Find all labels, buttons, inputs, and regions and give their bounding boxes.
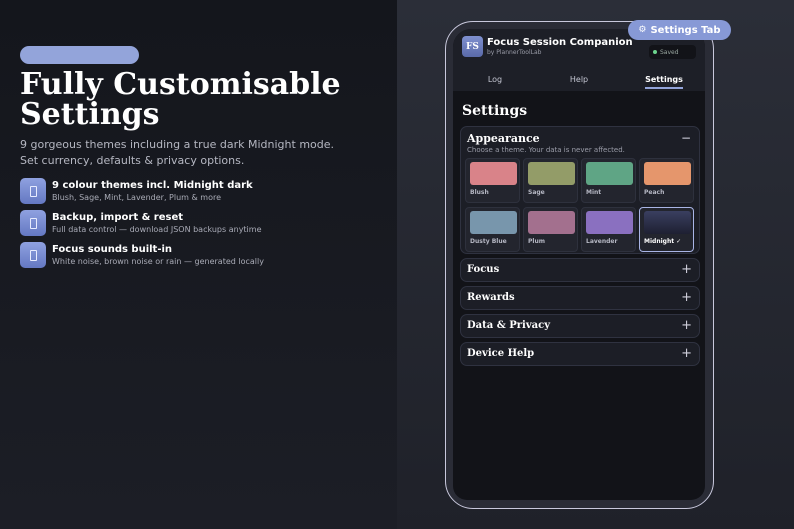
section-focus[interactable]: Focus + — [460, 258, 700, 282]
theme-swatch-plum[interactable]: Plum — [523, 207, 578, 252]
promo-headline: Fully Customisable Settings — [20, 70, 390, 130]
theme-swatch-sage[interactable]: Sage — [523, 158, 578, 203]
section-title: Focus — [467, 264, 500, 275]
swatch-color — [586, 162, 633, 185]
swatch-label: Dusty Blue — [470, 238, 507, 245]
tab-help[interactable]: Help — [544, 75, 614, 84]
active-tab-indicator — [645, 87, 683, 89]
feature-title: 9 colour themes incl. Midnight dark — [52, 180, 253, 191]
settings-tab-callout: ⚙ Settings Tab — [628, 20, 731, 40]
saved-label: Saved — [660, 48, 679, 56]
swatch-label: Plum — [528, 238, 545, 245]
swatch-color — [528, 211, 575, 234]
plus-icon[interactable]: + — [681, 346, 692, 361]
appearance-desc: Choose a theme. Your data is never affec… — [467, 146, 625, 154]
swatch-label: Mint — [586, 189, 602, 196]
tab-settings[interactable]: Settings — [629, 75, 699, 84]
callout-label: Settings Tab — [650, 24, 721, 36]
swatch-color — [470, 211, 517, 234]
phone-frame: FS Focus Session Companion by PlannerToo… — [445, 21, 714, 509]
theme-swatch-midnight[interactable]: Midnight ✓ — [639, 207, 694, 252]
headline-line-1: Fully Customisable — [20, 67, 341, 102]
gear-icon: ⚙ — [638, 25, 647, 35]
theme-swatch-dusty-blue[interactable]: Dusty Blue — [465, 207, 520, 252]
swatch-color — [470, 162, 517, 185]
promo-pill — [20, 46, 139, 64]
swatch-label: Sage — [528, 189, 545, 196]
feature-list: 9 colour themes incl. Midnight dark Blus… — [20, 178, 380, 274]
app-title: Focus Session Companion — [487, 37, 633, 48]
section-title: Rewards — [467, 292, 515, 303]
section-device-help[interactable]: Device Help + — [460, 342, 700, 366]
appearance-section: Appearance Choose a theme. Your data is … — [460, 126, 700, 254]
swatch-label: Blush — [470, 189, 489, 196]
status-dot-icon — [653, 50, 657, 54]
feature-title: Focus sounds built-in — [52, 244, 173, 255]
app-screen: FS Focus Session Companion by PlannerToo… — [453, 29, 705, 500]
phone-icon — [20, 242, 46, 268]
feature-title: Backup, import & reset — [52, 212, 184, 223]
headline-line-2: Settings — [20, 97, 160, 132]
phone-icon — [20, 178, 46, 204]
feature-item: Focus sounds built-in White noise, brown… — [20, 242, 380, 270]
plus-icon[interactable]: + — [681, 318, 692, 333]
feature-item: Backup, import & reset Full data control… — [20, 210, 380, 238]
swatch-label: Peach — [644, 189, 665, 196]
feature-item: 9 colour themes incl. Midnight dark Blus… — [20, 178, 380, 206]
promo-panel: Fully Customisable Settings 9 gorgeous t… — [0, 0, 397, 529]
plus-icon[interactable]: + — [681, 262, 692, 277]
phone-icon — [20, 210, 46, 236]
feature-desc: Full data control — download JSON backup… — [52, 225, 262, 234]
theme-swatch-lavender[interactable]: Lavender — [581, 207, 636, 252]
promo-subtitle: 9 gorgeous themes including a true dark … — [20, 138, 335, 167]
feature-desc: White noise, brown noise or rain — gener… — [52, 257, 264, 266]
app-logo: FS — [462, 36, 483, 57]
feature-desc: Blush, Sage, Mint, Lavender, Plum & more — [52, 193, 222, 202]
swatch-color — [586, 211, 633, 234]
theme-swatch-mint[interactable]: Mint — [581, 158, 636, 203]
section-rewards[interactable]: Rewards + — [460, 286, 700, 310]
swatch-color — [644, 211, 691, 234]
app-subtitle: by PlannerToolLab — [487, 49, 542, 56]
theme-swatch-blush[interactable]: Blush — [465, 158, 520, 203]
swatch-color — [528, 162, 575, 185]
collapse-icon[interactable]: − — [681, 131, 691, 145]
swatch-color — [644, 162, 691, 185]
plus-icon[interactable]: + — [681, 290, 692, 305]
theme-swatch-peach[interactable]: Peach — [639, 158, 694, 203]
tab-log[interactable]: Log — [460, 75, 530, 84]
section-data-privacy[interactable]: Data & Privacy + — [460, 314, 700, 338]
appearance-title: Appearance — [467, 132, 540, 145]
swatch-label: Midnight ✓ — [644, 238, 682, 245]
section-title: Device Help — [467, 348, 535, 359]
page-title: Settings — [462, 103, 528, 119]
saved-status-badge: Saved — [649, 45, 696, 59]
section-title: Data & Privacy — [467, 320, 551, 331]
swatch-label: Lavender — [586, 238, 618, 245]
